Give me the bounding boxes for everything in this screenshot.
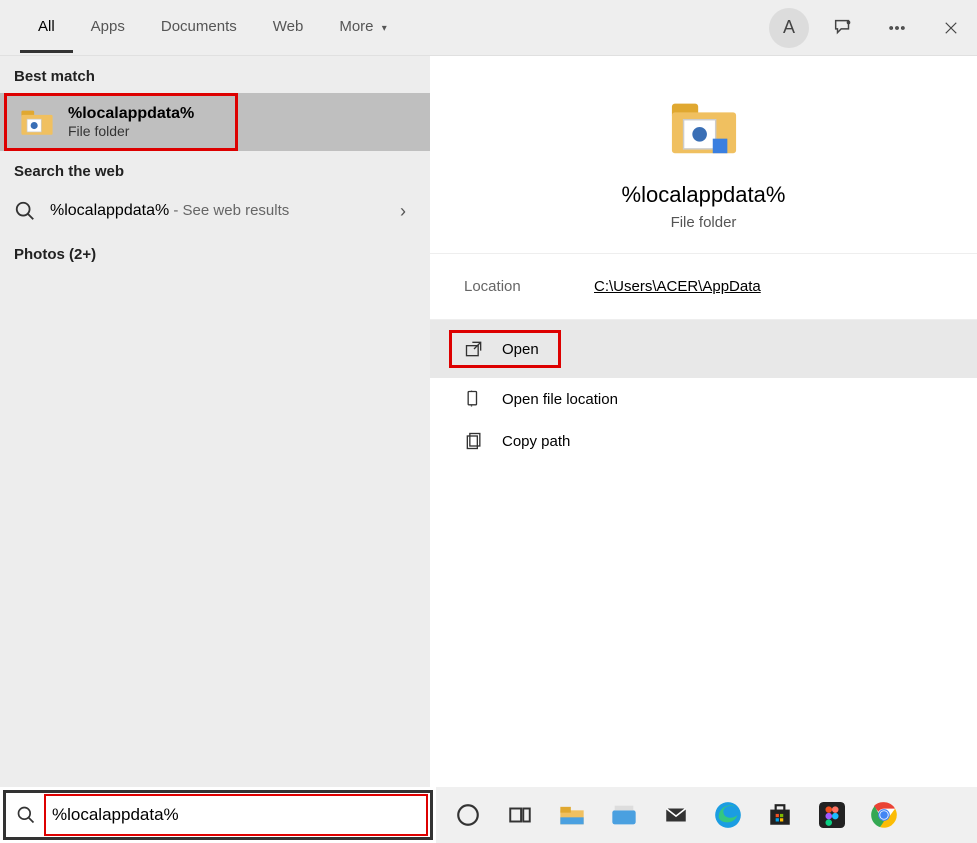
search-input-highlight	[46, 796, 426, 834]
store-icon[interactable]	[764, 799, 796, 831]
action-copy-path[interactable]: Copy path	[430, 420, 977, 462]
photos-section[interactable]: Photos (2+)	[0, 234, 430, 275]
action-copy-path-label: Copy path	[502, 433, 570, 450]
folder-large-icon	[669, 96, 739, 158]
web-result-suffix: - See web results	[169, 202, 289, 219]
search-icon	[14, 200, 36, 222]
mail-icon[interactable]	[660, 799, 692, 831]
chrome-icon[interactable]	[868, 799, 900, 831]
best-match-row-wrapper[interactable]: %localappdata% File folder	[0, 93, 430, 151]
best-match-subtitle: File folder	[68, 123, 194, 139]
preview-pane: %localappdata% File folder Location C:\U…	[430, 56, 977, 787]
main-area: Best match %localappdata% File folder Se…	[0, 56, 977, 787]
action-open-label: Open	[502, 341, 539, 358]
action-open[interactable]: Open	[430, 320, 977, 378]
location-label: Location	[464, 278, 594, 295]
search-header: All Apps Documents Web More ▾ A	[0, 0, 977, 56]
user-avatar[interactable]: A	[769, 8, 809, 48]
action-open-file-location[interactable]: Open file location	[430, 378, 977, 420]
open-icon	[464, 339, 484, 359]
action-open-file-location-label: Open file location	[502, 391, 618, 408]
more-options-icon[interactable]	[877, 8, 917, 48]
close-icon[interactable]	[931, 8, 971, 48]
file-explorer-icon[interactable]	[556, 799, 588, 831]
open-highlight-box: Open	[450, 331, 560, 367]
tab-more-label: More	[339, 18, 373, 35]
cortana-icon[interactable]	[452, 799, 484, 831]
location-value[interactable]: C:\Users\ACER\AppData	[594, 278, 761, 295]
web-result-text: %localappdata% - See web results	[50, 202, 289, 220]
folder-icon	[20, 107, 54, 137]
tab-web[interactable]: Web	[255, 3, 322, 53]
search-icon	[16, 805, 36, 825]
preview-title: %localappdata%	[622, 182, 786, 208]
action-list: Open Open file location Copy path	[430, 320, 977, 462]
folder-open-icon	[464, 389, 484, 409]
web-result-row[interactable]: %localappdata% - See web results ›	[0, 188, 430, 234]
chevron-right-icon[interactable]: ›	[400, 201, 416, 222]
preview-header: %localappdata% File folder	[430, 56, 977, 254]
best-match-title: %localappdata%	[68, 105, 194, 123]
bottom-bar	[0, 787, 977, 843]
best-match-row[interactable]: %localappdata% File folder	[4, 93, 238, 151]
tab-all[interactable]: All	[20, 3, 73, 53]
figma-icon[interactable]	[816, 799, 848, 831]
filter-tabs: All Apps Documents Web More ▾	[20, 3, 405, 53]
search-web-header: Search the web	[0, 151, 430, 188]
web-result-term: %localappdata%	[50, 202, 169, 219]
tab-apps[interactable]: Apps	[73, 3, 143, 53]
search-box[interactable]	[3, 790, 433, 840]
tab-documents[interactable]: Documents	[143, 3, 255, 53]
tab-more[interactable]: More ▾	[321, 3, 404, 53]
best-match-text: %localappdata% File folder	[68, 105, 194, 139]
feedback-icon[interactable]	[823, 8, 863, 48]
copy-icon	[464, 431, 484, 451]
keyboard-app-icon[interactable]	[608, 799, 640, 831]
results-pane: Best match %localappdata% File folder Se…	[0, 56, 430, 787]
taskbar	[436, 787, 977, 843]
location-row: Location C:\Users\ACER\AppData	[430, 254, 977, 320]
edge-icon[interactable]	[712, 799, 744, 831]
chevron-down-icon: ▾	[382, 23, 387, 34]
header-right: A	[769, 8, 977, 48]
task-view-icon[interactable]	[504, 799, 536, 831]
preview-subtitle: File folder	[671, 214, 737, 231]
search-input[interactable]	[52, 805, 426, 825]
best-match-header: Best match	[0, 56, 430, 93]
